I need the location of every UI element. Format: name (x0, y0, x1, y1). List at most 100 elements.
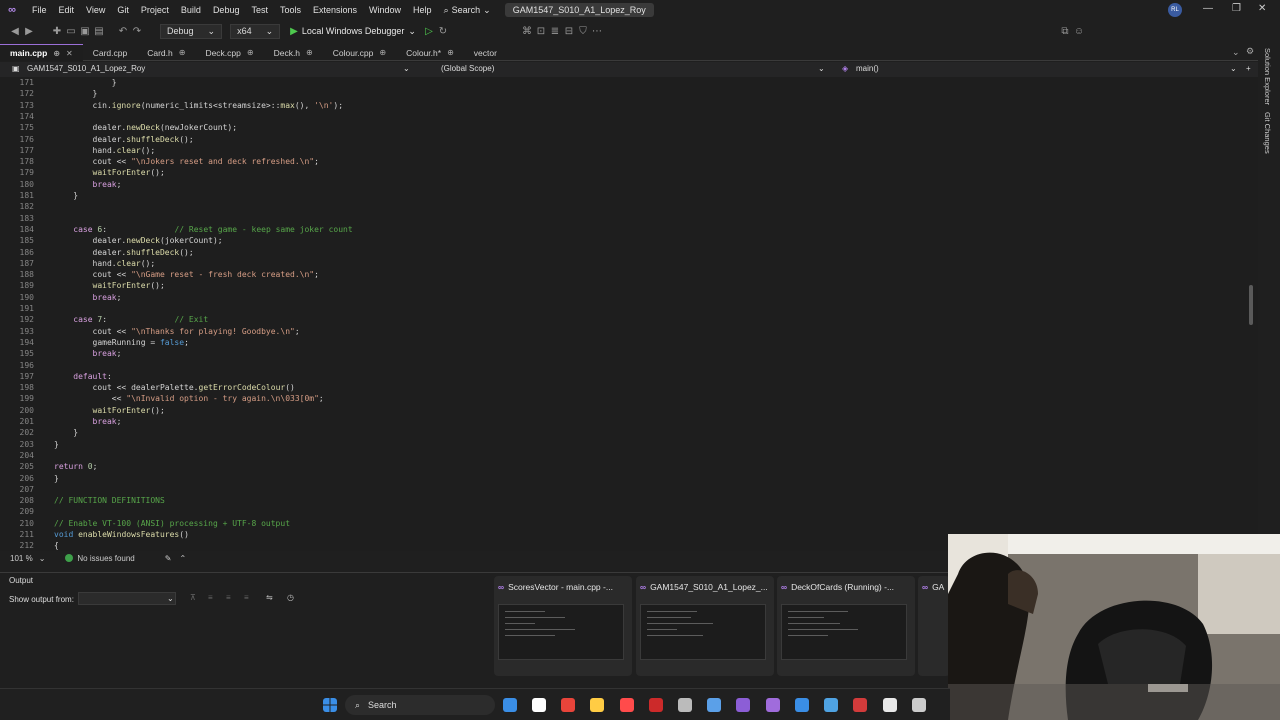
code-text[interactable]: << "\nInvalid option - try again.\n\033[… (54, 394, 324, 403)
tab-card-cpp[interactable]: Card.cpp (83, 44, 138, 61)
code-line[interactable]: 208 // FUNCTION DEFINITIONS (0, 496, 1240, 507)
undo-icon[interactable]: ↶ (116, 26, 130, 37)
code-text[interactable]: break; (54, 417, 122, 426)
app-icon[interactable] (707, 698, 721, 712)
visual-studio-icon[interactable] (736, 698, 750, 712)
tab-deck-h[interactable]: Deck.h ⊕ (264, 44, 323, 61)
code-text[interactable]: gameRunning = false; (54, 338, 189, 347)
youtube-icon[interactable] (561, 698, 575, 712)
git-changes-tab[interactable]: Git Changes (1263, 112, 1272, 154)
bookmark-icon[interactable]: ⛉ (576, 26, 590, 37)
menu-project[interactable]: Project (135, 5, 175, 15)
code-line[interactable]: 203} (0, 440, 1240, 451)
platform-dropdown[interactable]: x64 ⌄ (230, 23, 281, 39)
menu-test[interactable]: Test (245, 5, 274, 15)
window-preview-deckofcards[interactable]: ∞ DeckOfCards (Running) -... (777, 576, 915, 676)
code-text[interactable]: cout << dealerPalette.getErrorCodeColour… (54, 383, 295, 392)
code-line[interactable]: 206} (0, 474, 1240, 485)
tool-icon-b[interactable]: ⊡ (534, 26, 548, 37)
windows-start-icon[interactable] (323, 698, 337, 712)
code-line[interactable]: 175 dealer.newDeck(newJokerCount); (0, 123, 1240, 134)
menu-view[interactable]: View (80, 5, 111, 15)
feedback-icon[interactable]: ☺ (1072, 26, 1086, 37)
code-line[interactable]: 182 (0, 202, 1240, 213)
window-preview-scoresvector[interactable]: ∞ ScoresVector - main.cpp -... (494, 576, 632, 676)
code-text[interactable]: cout << "\nGame reset - fresh deck creat… (54, 270, 319, 279)
code-line[interactable]: 186 dealer.shuffleDeck(); (0, 248, 1240, 259)
code-line[interactable]: 179 waitForEnter(); (0, 168, 1240, 179)
code-line[interactable]: 172 } (0, 89, 1240, 100)
code-line[interactable]: 184 case 6: // Reset game - keep same jo… (0, 225, 1240, 236)
code-line[interactable]: 176 dealer.shuffleDeck(); (0, 135, 1240, 146)
tab-colour-h[interactable]: Colour.h* ⊕ (396, 44, 464, 61)
tab-card-h[interactable]: Card.h ⊕ (137, 44, 195, 61)
app-icon[interactable] (620, 698, 634, 712)
code-text[interactable]: cout << "\nJokers reset and deck refresh… (54, 157, 319, 166)
code-text[interactable]: } (54, 78, 117, 87)
code-line[interactable]: 183 (0, 214, 1240, 225)
close-icon[interactable]: ✕ (1258, 3, 1266, 14)
code-line[interactable]: 204 (0, 451, 1240, 462)
next-icon[interactable]: ≡ (226, 593, 231, 602)
code-line[interactable]: 178 cout << "\nJokers reset and deck ref… (0, 157, 1240, 168)
close-icon[interactable]: ✕ (66, 49, 73, 58)
code-text[interactable]: } (54, 191, 78, 200)
menu-file[interactable]: File (26, 5, 53, 15)
avatar[interactable]: RL (1168, 3, 1182, 17)
redo-icon[interactable]: ↷ (130, 26, 144, 37)
code-text[interactable]: hand.clear(); (54, 146, 156, 155)
brush-icon[interactable]: ✎ (165, 554, 172, 563)
code-line[interactable]: 207 (0, 485, 1240, 496)
app-icon[interactable] (795, 698, 809, 712)
code-text[interactable]: cout << "\nThanks for playing! Goodbye.\… (54, 327, 300, 336)
app-icon[interactable] (649, 698, 663, 712)
pin-icon[interactable]: ⊕ (447, 48, 454, 57)
member-dropdown[interactable]: main() (856, 64, 879, 73)
pin-icon[interactable]: ⊕ (53, 49, 60, 58)
code-text[interactable]: // Enable VT-100 (ANSI) processing + UTF… (54, 519, 290, 528)
visual-studio-icon[interactable] (766, 698, 780, 712)
code-line[interactable]: 173 cin.ignore(numeric_limits<streamsize… (0, 101, 1240, 112)
window-preview-gam1547[interactable]: ∞ GAM1547_S010_A1_Lopez_... (636, 576, 774, 676)
scope-dropdown[interactable]: (Global Scope) (441, 64, 494, 73)
code-line[interactable]: 199 << "\nInvalid option - try again.\n\… (0, 394, 1240, 405)
code-line[interactable]: 193 cout << "\nThanks for playing! Goodb… (0, 327, 1240, 338)
output-source-select[interactable]: ⌄ (78, 592, 176, 605)
code-line[interactable]: 192 case 7: // Exit (0, 315, 1240, 326)
new-project-icon[interactable]: ✚ (50, 26, 64, 37)
code-line[interactable]: 187 hand.clear(); (0, 259, 1240, 270)
code-line[interactable]: 188 cout << "\nGame reset - fresh deck c… (0, 270, 1240, 281)
code-text[interactable]: dealer.newDeck(newJokerCount); (54, 123, 238, 132)
pin-icon[interactable]: ⊕ (247, 48, 254, 57)
code-text[interactable]: hand.clear(); (54, 259, 156, 268)
chevron-down-icon[interactable]: ⌄ (1230, 64, 1237, 73)
back-icon[interactable]: ◀ (8, 26, 22, 37)
code-text[interactable]: cin.ignore(numeric_limits<streamsize>::m… (54, 101, 343, 110)
code-line[interactable]: 205 return 0; (0, 462, 1240, 473)
code-text[interactable]: default: (54, 372, 112, 381)
pin-icon[interactable]: ⊕ (179, 48, 186, 57)
tab-colour-cpp[interactable]: Colour.cpp ⊕ (323, 44, 396, 61)
solution-explorer-tab[interactable]: Solution Explorer (1263, 48, 1272, 105)
code-text[interactable]: break; (54, 349, 122, 358)
restore-icon[interactable]: ❐ (1232, 3, 1241, 14)
config-dropdown[interactable]: Debug ⌄ (160, 23, 223, 39)
taskbar-search[interactable]: ⌕ Search (345, 695, 495, 715)
tool-icon-c[interactable]: ≣ (548, 26, 562, 37)
code-line[interactable]: 200 waitForEnter(); (0, 406, 1240, 417)
code-line[interactable]: 171 } (0, 78, 1240, 89)
acrobat-icon[interactable] (853, 698, 867, 712)
code-line[interactable]: 174 (0, 112, 1240, 123)
code-text[interactable]: case 7: // Exit (54, 315, 208, 324)
editor-scrollbar[interactable] (1246, 77, 1256, 551)
app-icon[interactable] (883, 698, 897, 712)
tool-icon-d[interactable]: ⊟ (562, 26, 576, 37)
code-line[interactable]: 190 break; (0, 293, 1240, 304)
notepad-icon[interactable] (824, 698, 838, 712)
code-line[interactable]: 191 (0, 304, 1240, 315)
code-text[interactable]: dealer.shuffleDeck(); (54, 135, 194, 144)
code-text[interactable]: waitForEnter(); (54, 168, 165, 177)
github-icon[interactable] (678, 698, 692, 712)
code-text[interactable]: break; (54, 293, 122, 302)
code-line[interactable]: 185 dealer.newDeck(jokerCount); (0, 236, 1240, 247)
